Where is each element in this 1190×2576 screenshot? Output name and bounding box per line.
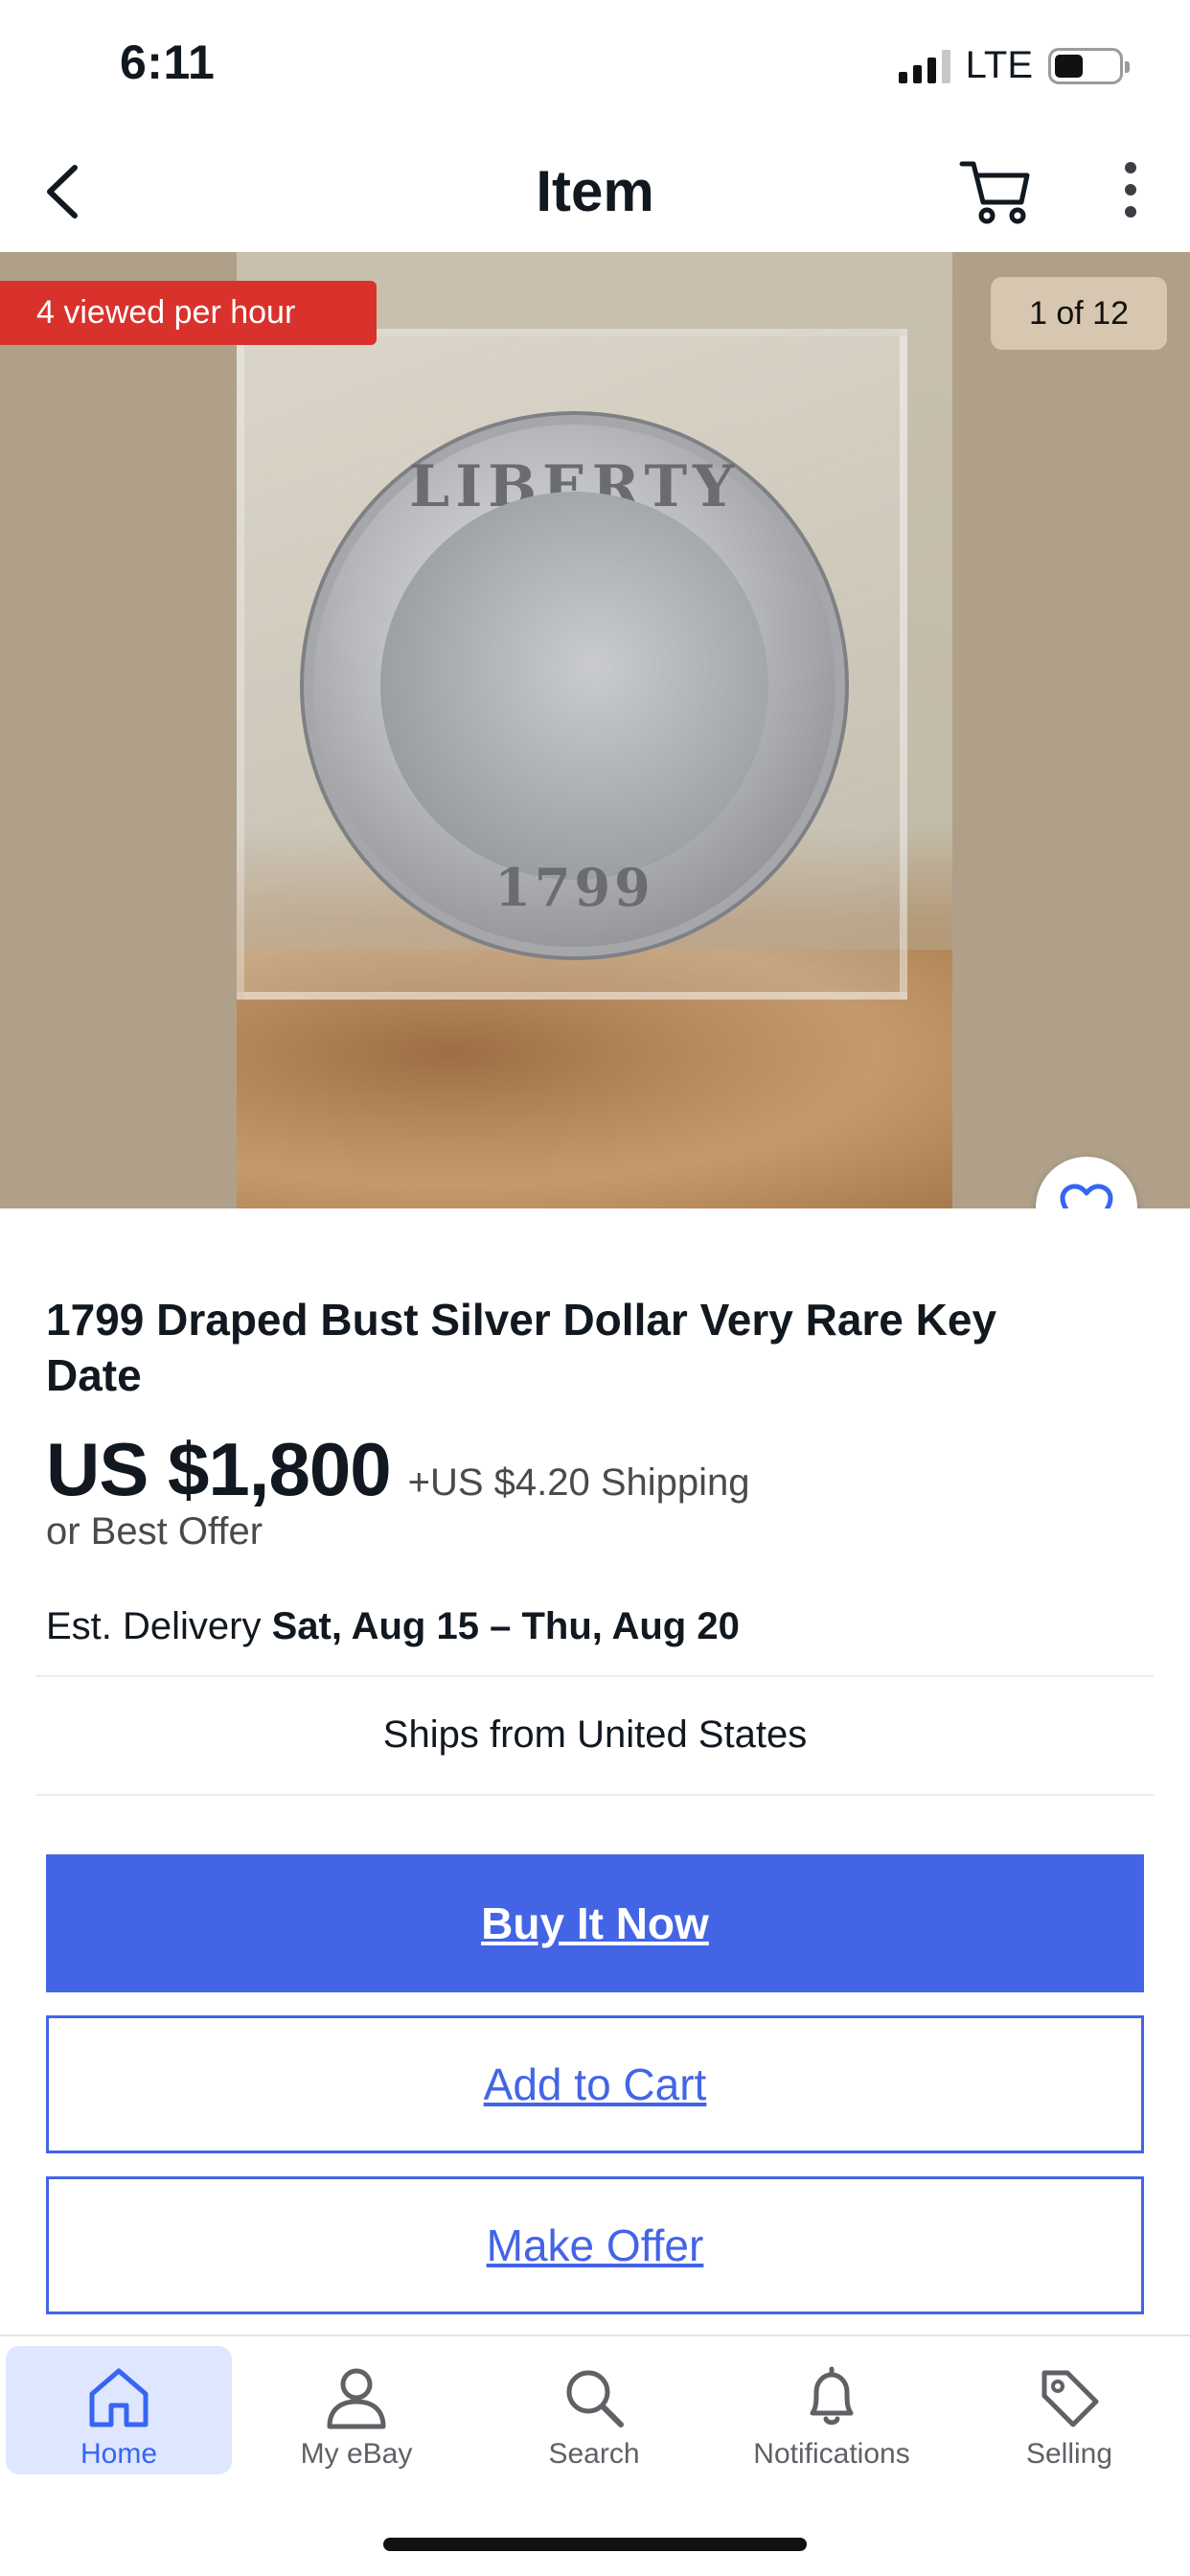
viewed-badge: 4 viewed per hour — [0, 281, 377, 345]
tab-selling[interactable]: Selling — [956, 2346, 1182, 2474]
coin-date: 1799 — [494, 857, 654, 918]
ships-from: Ships from United States — [382, 1714, 808, 1756]
price-row: US $1,800 +US $4.20 Shipping — [46, 1426, 750, 1513]
add-to-cart-button[interactable]: Add to Cart — [46, 2015, 1144, 2153]
home-indicator — [383, 2538, 807, 2551]
buy-it-now-button[interactable]: Buy It Now — [46, 1854, 1144, 1992]
tab-bar: Home My eBay Search Notifications Sellin… — [0, 2334, 1190, 2576]
divider — [36, 1675, 1154, 1677]
battery-icon — [1048, 47, 1130, 84]
more-vertical-icon[interactable] — [1111, 158, 1150, 221]
person-icon — [327, 2368, 386, 2429]
home-icon — [89, 2368, 149, 2427]
nav-header: Item — [0, 129, 1190, 252]
search-icon — [566, 2370, 624, 2427]
delivery-estimate: Est. Delivery Sat, Aug 15 – Thu, Aug 20 — [46, 1605, 740, 1648]
tab-label: Selling — [1025, 2438, 1113, 2470]
best-offer-label: or Best Offer — [46, 1510, 263, 1552]
tab-notifications[interactable]: Notifications — [719, 2346, 945, 2474]
cart-icon[interactable] — [958, 152, 1033, 227]
item-title: 1799 Draped Bust Silver Dollar Very Rare… — [46, 1295, 997, 1400]
item-price: US $1,800 — [46, 1427, 392, 1511]
tab-label: Home — [80, 2438, 158, 2470]
divider — [36, 1794, 1154, 1796]
tab-home[interactable]: Home — [6, 2346, 232, 2474]
status-bar: 6:11 LTE — [0, 0, 1190, 129]
tag-icon — [1041, 2370, 1099, 2427]
status-indicators: LTE — [898, 44, 1130, 87]
tab-my-ebay[interactable]: My eBay — [243, 2346, 469, 2474]
network-label: LTE — [965, 44, 1033, 86]
delivery-dates: Sat, Aug 15 – Thu, Aug 20 — [271, 1605, 740, 1647]
coin-image: LIBERTY 1799 — [313, 425, 835, 947]
delivery-label: Est. Delivery — [46, 1605, 262, 1647]
watch-button[interactable] — [1036, 1157, 1137, 1208]
item-photo[interactable]: LIBERTY 1799 — [237, 252, 952, 1208]
bell-icon — [810, 2366, 854, 2426]
image-gallery[interactable]: LIBERTY 1799 4 viewed per hour 1 of 12 — [0, 252, 1190, 1208]
tab-search[interactable]: Search — [481, 2346, 707, 2474]
signal-icon — [898, 49, 950, 83]
image-counter: 1 of 12 — [991, 277, 1167, 350]
status-time: 6:11 — [120, 35, 216, 89]
heart-icon — [1060, 1184, 1113, 1208]
make-offer-button[interactable]: Make Offer — [46, 2176, 1144, 2314]
tab-label: My eBay — [300, 2438, 413, 2470]
shipping-cost: +US $4.20 Shipping — [407, 1461, 750, 1504]
tab-label: Search — [548, 2438, 640, 2470]
tab-label: Notifications — [753, 2438, 910, 2470]
